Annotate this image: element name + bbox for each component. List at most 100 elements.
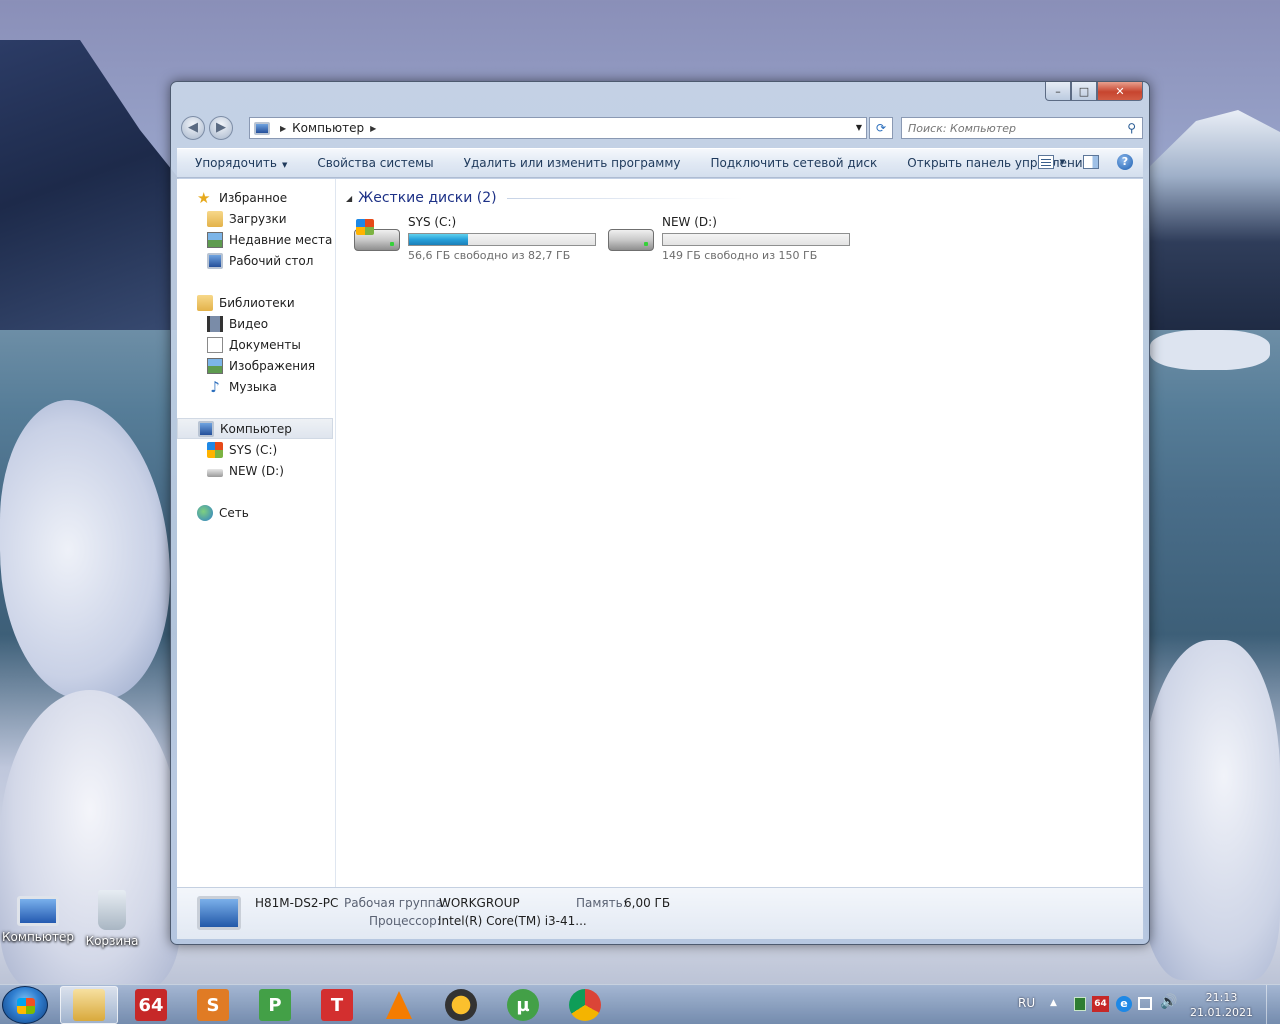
recycle-bin-icon bbox=[98, 890, 126, 930]
chevron-down-icon: ▼ bbox=[281, 161, 288, 169]
tray-e-icon[interactable]: e bbox=[1116, 996, 1132, 1012]
breadcrumb-separator-icon[interactable]: ▶ bbox=[370, 124, 376, 133]
desktop-icon-recycle-bin[interactable]: Корзина bbox=[74, 890, 150, 948]
drive-item-c[interactable]: SYS (C:) 56,6 ГБ свободно из 82,7 ГБ bbox=[346, 215, 600, 262]
start-button[interactable] bbox=[2, 986, 48, 1024]
taskbar-p-app[interactable]: P bbox=[246, 986, 304, 1024]
taskbar-t-app[interactable]: T bbox=[308, 986, 366, 1024]
organize-button[interactable]: Упорядочить ▼ bbox=[177, 156, 302, 170]
chevron-down-icon: ▼ bbox=[1059, 158, 1065, 166]
taskbar-chrome[interactable] bbox=[556, 986, 614, 1024]
help-button[interactable]: ? bbox=[1117, 154, 1133, 170]
desktop-icon bbox=[207, 252, 223, 269]
taskbar-vlc[interactable] bbox=[370, 986, 428, 1024]
drive-free-space: 149 ГБ свободно из 150 ГБ bbox=[662, 249, 818, 262]
address-bar[interactable]: ▶ Компьютер ▶ ▼ bbox=[249, 117, 867, 139]
windows-logo-icon bbox=[356, 219, 374, 235]
refresh-button[interactable]: ⟳ bbox=[869, 117, 893, 139]
desktop-icon-label: Корзина bbox=[85, 934, 139, 948]
navigation-pane: ★ Избранное Загрузки Недавние места Рабоч… bbox=[177, 179, 336, 887]
uninstall-program-button[interactable]: Удалить или изменить программу bbox=[449, 156, 696, 170]
sidebar-item-pictures[interactable]: Изображения bbox=[177, 355, 335, 376]
documents-icon bbox=[207, 336, 223, 353]
breadcrumb-separator-icon: ▶ bbox=[280, 123, 287, 133]
sidebar-item-recent-places[interactable]: Недавние места bbox=[177, 229, 335, 250]
preview-pane-button[interactable] bbox=[1083, 155, 1099, 169]
sidebar-item-label: Сеть bbox=[219, 505, 249, 520]
group-divider bbox=[506, 197, 743, 199]
search-input[interactable] bbox=[902, 118, 1112, 138]
taskbar-aimp[interactable] bbox=[432, 986, 490, 1024]
desktop-icon-computer[interactable]: Компьютер bbox=[0, 890, 76, 944]
network-tray-icon[interactable] bbox=[1138, 997, 1152, 1010]
tray-app-icon[interactable] bbox=[1074, 997, 1086, 1011]
sidebar-item-label: Избранное bbox=[219, 190, 288, 205]
sidebar-item-drive-c[interactable]: SYS (C:) bbox=[177, 439, 335, 460]
drive-list: SYS (C:) 56,6 ГБ свободно из 82,7 ГБ NEW… bbox=[346, 215, 1143, 262]
pc-name: H81M-DS2-PC bbox=[255, 896, 339, 910]
sidebar-item-label: SYS (C:) bbox=[229, 442, 278, 457]
content-area: ★ Избранное Загрузки Недавние места Рабоч… bbox=[177, 179, 1143, 887]
explorer-window: – □ ✕ ◀ ▶ ▶ Компьютер ▶ ▼ ⟳ ⚲ Упорядочит… bbox=[170, 81, 1150, 945]
taskbar-explorer[interactable] bbox=[60, 986, 118, 1024]
organize-label: Упорядочить bbox=[195, 156, 277, 170]
nav-group-libraries: Библиотеки Видео Документы Изображения ♪… bbox=[177, 292, 335, 397]
collapse-triangle-icon[interactable]: ◢ bbox=[346, 194, 352, 203]
aida64-icon: 64 bbox=[135, 989, 167, 1021]
clock-time: 21:13 bbox=[1205, 991, 1238, 1004]
sidebar-item-libraries[interactable]: Библиотеки bbox=[177, 292, 335, 313]
sidebar-item-label: Изображения bbox=[229, 358, 316, 373]
sidebar-item-favorites[interactable]: ★ Избранное bbox=[177, 187, 335, 208]
taskbar-aida64[interactable]: 64 bbox=[122, 986, 180, 1024]
hard-drive-icon bbox=[207, 468, 223, 477]
breadcrumb-computer[interactable]: Компьютер bbox=[292, 121, 364, 135]
drive-usage-bar bbox=[662, 233, 850, 246]
forward-button[interactable]: ▶ bbox=[209, 116, 233, 140]
show-desktop-button[interactable] bbox=[1266, 985, 1280, 1024]
language-indicator[interactable]: RU bbox=[1018, 996, 1035, 1010]
group-header-hard-drives[interactable]: ◢ Жесткие диски (2) bbox=[346, 187, 1143, 209]
back-button[interactable]: ◀ bbox=[181, 116, 205, 140]
volume-icon[interactable]: 🔊 bbox=[1160, 994, 1177, 1010]
search-icon[interactable]: ⚲ bbox=[1127, 121, 1136, 135]
clock[interactable]: 21:13 21.01.2021 bbox=[1190, 990, 1253, 1020]
sidebar-item-video[interactable]: Видео bbox=[177, 313, 335, 334]
music-icon: ♪ bbox=[210, 377, 220, 396]
caption-buttons: – □ ✕ bbox=[1045, 82, 1143, 102]
group-title: Жесткие диски (2) bbox=[358, 190, 497, 206]
libraries-icon bbox=[197, 294, 213, 311]
system-properties-button[interactable]: Свойства системы bbox=[302, 156, 448, 170]
maximize-button[interactable]: □ bbox=[1071, 82, 1097, 101]
workgroup-label: Рабочая группа: bbox=[344, 896, 447, 910]
change-view-button[interactable]: ▼ bbox=[1037, 155, 1065, 169]
details-pane: H81M-DS2-PC Рабочая группа: WORKGROUP Па… bbox=[177, 887, 1143, 939]
drive-item-d[interactable]: NEW (D:) 149 ГБ свободно из 150 ГБ bbox=[600, 215, 854, 262]
command-bar: Упорядочить ▼ Свойства системы Удалить ил… bbox=[177, 148, 1143, 178]
sidebar-item-drive-d[interactable]: NEW (D:) bbox=[177, 460, 335, 481]
wallpaper-ice bbox=[1150, 330, 1270, 370]
wallpaper-mountain-right bbox=[1140, 110, 1280, 330]
system-drive-icon bbox=[207, 441, 223, 458]
taskbar: 64 S P T µ RU ▲ 64 e 🔊 21:13 21.01.2021 bbox=[0, 984, 1280, 1024]
navigation-bar: ◀ ▶ ▶ Компьютер ▶ ▼ ⟳ ⚲ bbox=[179, 114, 1143, 142]
sidebar-item-network[interactable]: Сеть bbox=[177, 502, 335, 523]
sidebar-item-music[interactable]: ♪ Музыка bbox=[177, 376, 335, 397]
search-box[interactable]: ⚲ bbox=[901, 117, 1143, 139]
taskbar-utorrent[interactable]: µ bbox=[494, 986, 552, 1024]
minimize-button[interactable]: – bbox=[1045, 82, 1071, 101]
sidebar-item-label: Рабочий стол bbox=[229, 253, 314, 268]
sidebar-item-documents[interactable]: Документы bbox=[177, 334, 335, 355]
taskbar-s-app[interactable]: S bbox=[184, 986, 242, 1024]
address-dropdown-icon[interactable]: ▼ bbox=[856, 123, 862, 132]
network-icon bbox=[197, 504, 213, 521]
tray-expand-icon[interactable]: ▲ bbox=[1050, 998, 1057, 1008]
sidebar-item-computer[interactable]: Компьютер bbox=[177, 418, 333, 439]
aida64-tray-icon[interactable]: 64 bbox=[1092, 996, 1109, 1012]
star-icon: ★ bbox=[197, 188, 211, 207]
memory-label: Память: bbox=[576, 896, 627, 910]
workgroup-value: WORKGROUP bbox=[439, 896, 520, 910]
sidebar-item-downloads[interactable]: Загрузки bbox=[177, 208, 335, 229]
close-button[interactable]: ✕ bbox=[1097, 82, 1143, 101]
sidebar-item-desktop[interactable]: Рабочий стол bbox=[177, 250, 335, 271]
map-network-drive-button[interactable]: Подключить сетевой диск bbox=[695, 156, 892, 170]
